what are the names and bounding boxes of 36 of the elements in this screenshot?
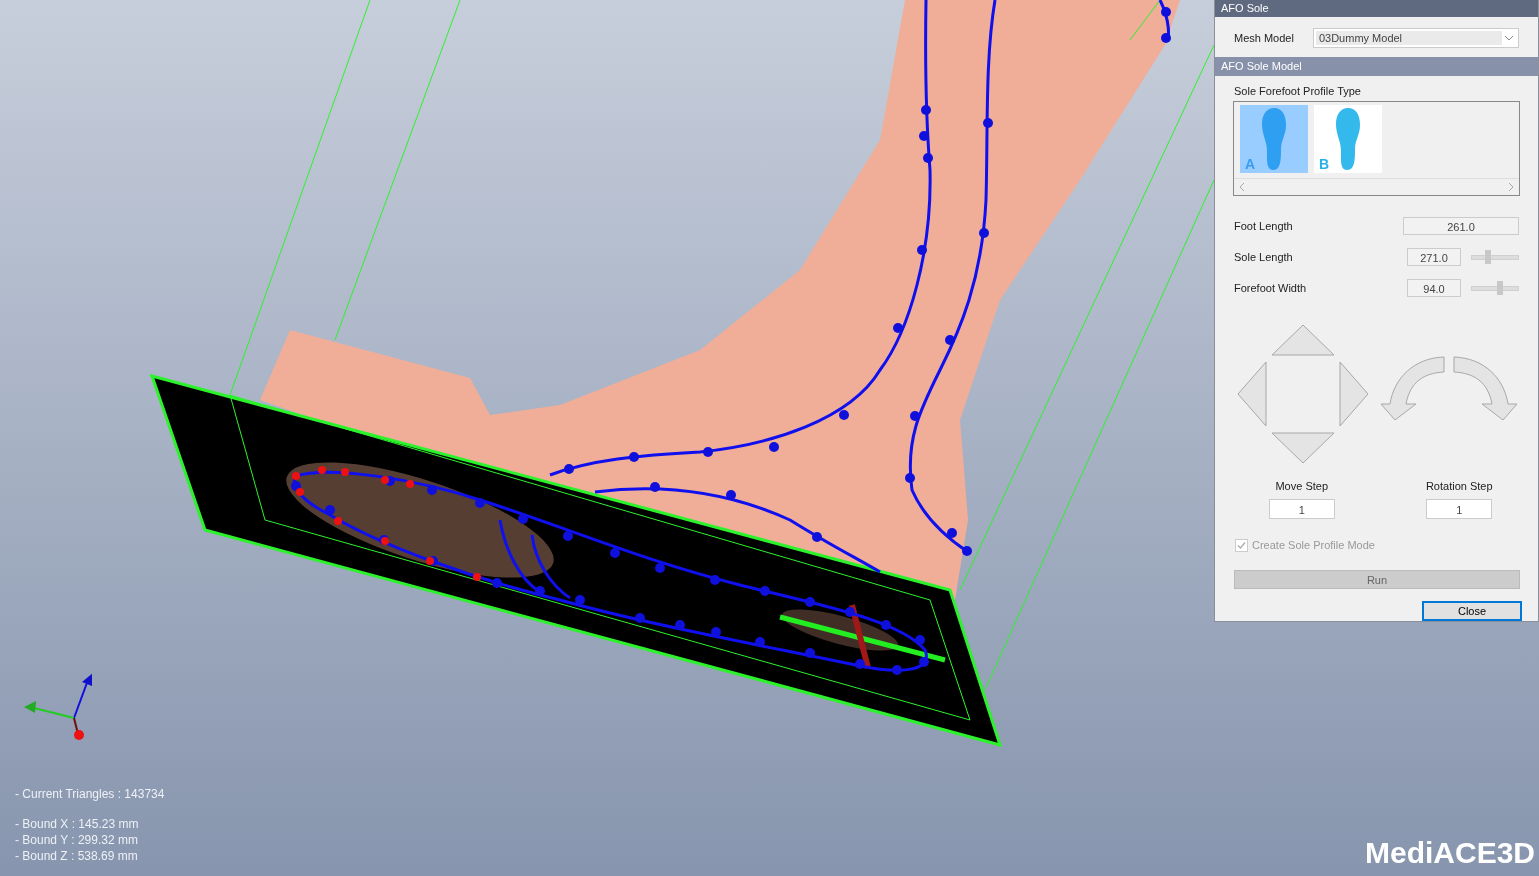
bound-dimension: - Bound X : 145.23 mm <box>15 816 140 832</box>
close-button[interactable]: Close <box>1422 601 1522 621</box>
slider[interactable] <box>1471 280 1519 295</box>
field-label: Sole Length <box>1234 250 1294 263</box>
scroll-left-icon[interactable] <box>1238 181 1246 192</box>
move-left-button[interactable] <box>1237 360 1267 427</box>
logo: MediACE3D <box>1364 836 1535 870</box>
move-up-button[interactable] <box>1271 323 1335 356</box>
field-label: Move Step <box>1275 479 1329 492</box>
value-field[interactable]: 94.0 <box>1407 278 1461 297</box>
slider[interactable] <box>1471 249 1519 264</box>
value-field[interactable]: 261.0 <box>1403 216 1519 235</box>
slider-thumb[interactable] <box>1484 249 1491 264</box>
move-down-button[interactable] <box>1271 431 1335 464</box>
mesh-model-dropdown[interactable]: 03Dummy Model <box>1312 28 1519 48</box>
field-label: Forefoot Width <box>1234 281 1308 294</box>
slider-thumb[interactable] <box>1496 280 1503 295</box>
move-step-field[interactable]: 1 <box>1268 498 1335 519</box>
checkbox-label: Create Sole Profile Mode <box>1252 539 1375 552</box>
move-right-button[interactable] <box>1339 360 1369 427</box>
rotate-right-button[interactable] <box>1450 355 1518 420</box>
field-label: Foot Length <box>1234 219 1294 232</box>
bound-dimension: - Bound Y : 299.32 mm <box>15 832 139 848</box>
field-label: Mesh Model <box>1234 32 1294 44</box>
triangle-count: - Current Triangles : 143734 <box>15 786 165 802</box>
rotation-step-field[interactable]: 1 <box>1426 498 1493 519</box>
value-field[interactable]: 271.0 <box>1407 247 1461 266</box>
panel-title: AFO Sole <box>1215 0 1538 17</box>
sole-icon <box>1335 107 1361 171</box>
scroll-right-icon[interactable] <box>1507 181 1515 192</box>
section-header: AFO Sole Model <box>1215 57 1538 76</box>
bound-dimension: - Bound Z : 538.69 mm <box>15 848 139 864</box>
field-label: Rotation Step <box>1425 479 1493 492</box>
field-label: Sole Forefoot Profile Type <box>1233 84 1362 99</box>
sole-icon <box>1261 107 1287 171</box>
rotate-left-button[interactable] <box>1380 355 1448 420</box>
